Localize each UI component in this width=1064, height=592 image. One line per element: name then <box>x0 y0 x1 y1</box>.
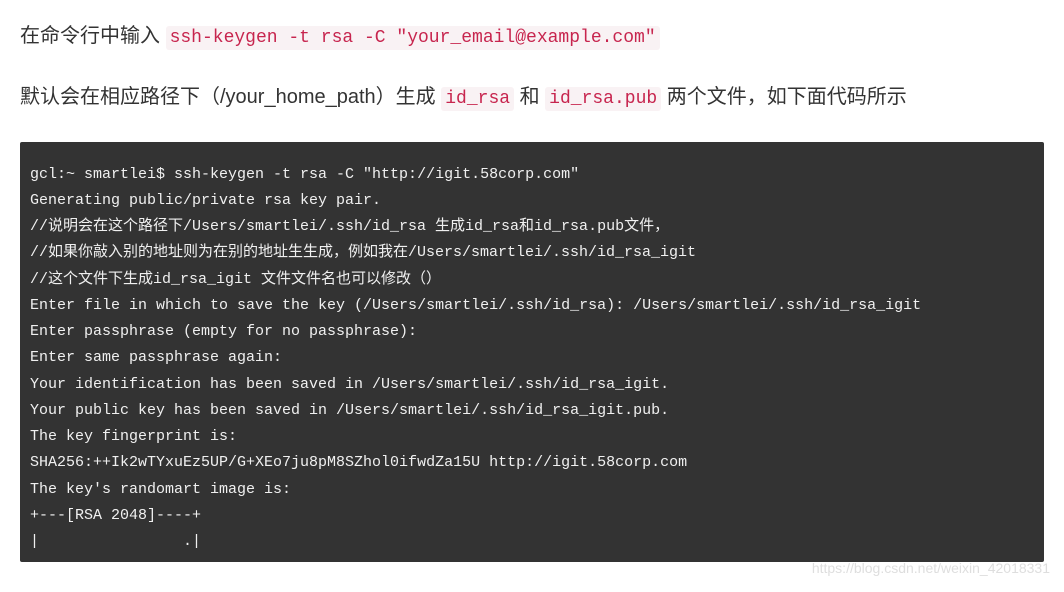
terminal-lines: gcl:~ smartlei$ ssh-keygen -t rsa -C "ht… <box>30 166 921 551</box>
terminal-code-block: gcl:~ smartlei$ ssh-keygen -t rsa -C "ht… <box>20 142 1044 562</box>
paragraph-1: 在命令行中输入 ssh-keygen -t rsa -C "your_email… <box>20 20 1044 53</box>
para1-prefix: 在命令行中输入 <box>20 25 160 47</box>
para2-part1: 默认会在相应路径下（/your_home_path）生成 <box>20 86 436 108</box>
para2-part3: 两个文件，如下面代码所示 <box>667 86 907 108</box>
watermark: https://blog.csdn.net/weixin_42018331 <box>812 560 1050 576</box>
para2-part2: 和 <box>520 86 540 108</box>
paragraph-2: 默认会在相应路径下（/your_home_path）生成 id_rsa 和 id… <box>20 81 1044 114</box>
para1-inline-code: ssh-keygen -t rsa -C "your_email@example… <box>166 26 660 50</box>
para2-code1: id_rsa <box>441 87 514 111</box>
para2-code2: id_rsa.pub <box>545 87 661 111</box>
